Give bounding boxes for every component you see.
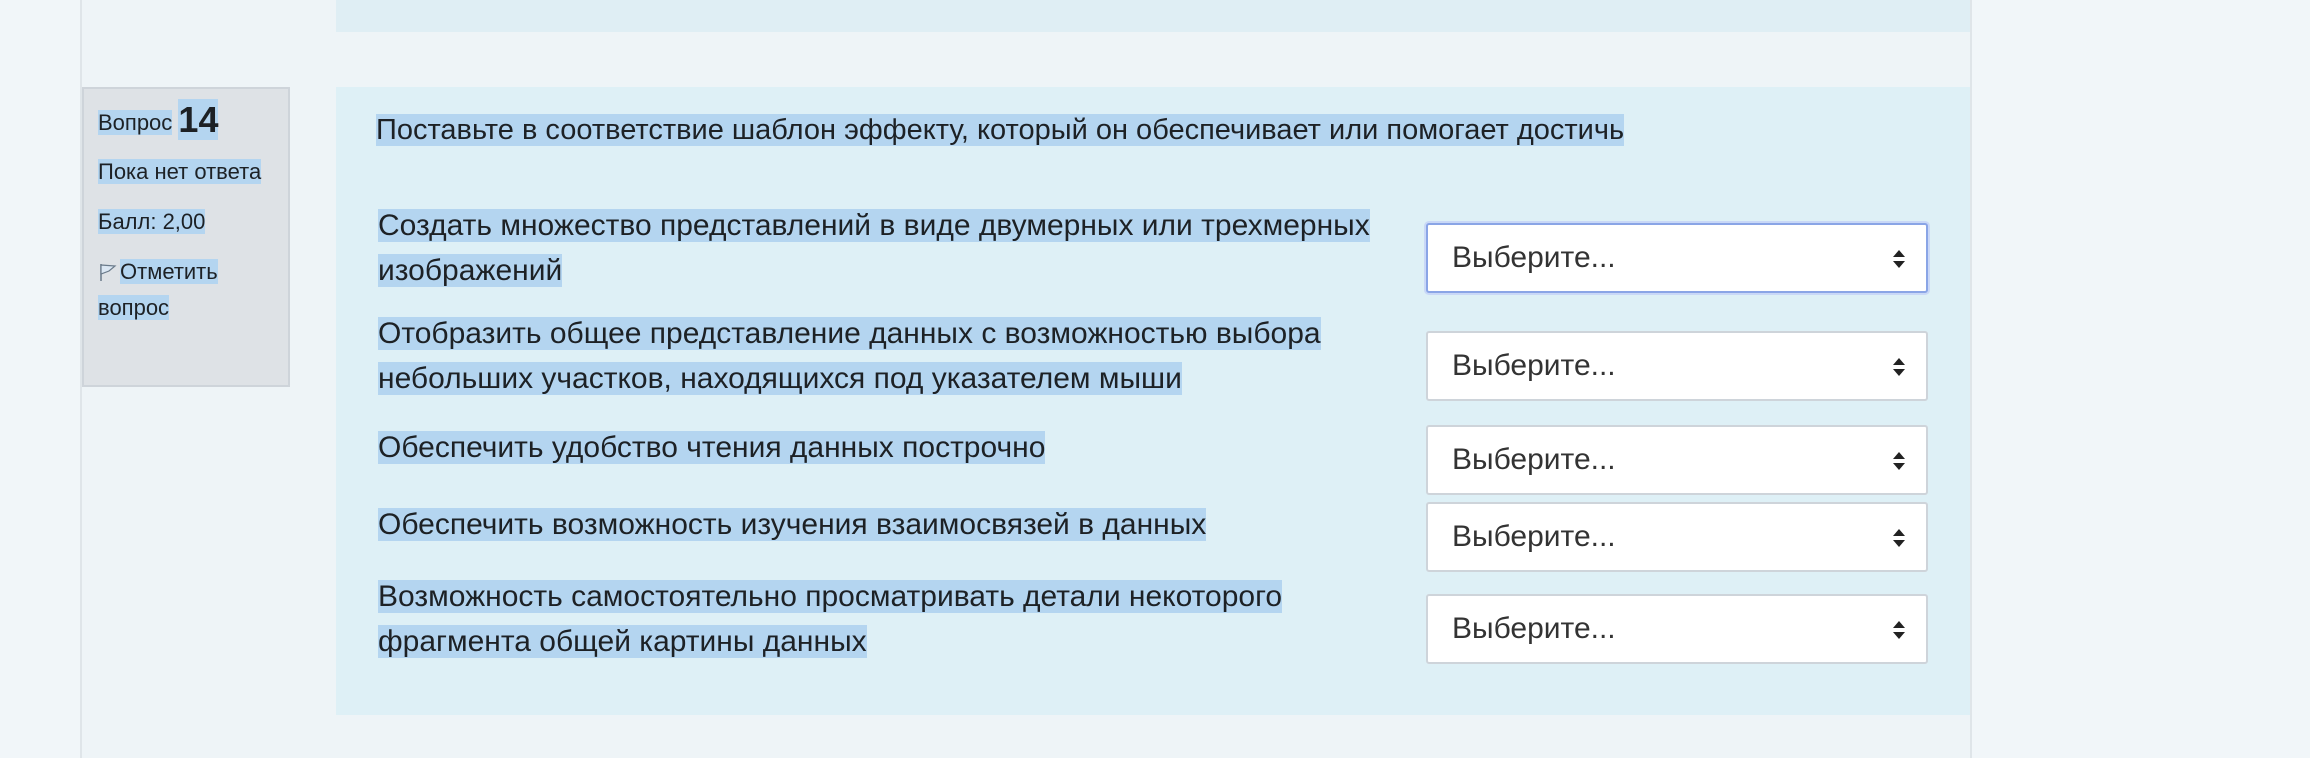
question-info-panel: Вопрос 14 Пока нет ответа Балл: 2,00 Отм… xyxy=(82,87,290,387)
flag-question-link[interactable]: Отметить вопрос xyxy=(98,254,274,326)
match-select[interactable]: Выберите... xyxy=(1426,223,1928,293)
select-arrows-icon xyxy=(1893,358,1905,376)
select-arrows-icon xyxy=(1893,621,1905,639)
flag-icon xyxy=(100,264,117,281)
page-right-border xyxy=(1970,0,1972,758)
match-stem: Отобразить общее представление данных с … xyxy=(378,317,1321,395)
match-select[interactable]: Выберите... xyxy=(1426,502,1928,572)
match-select[interactable]: Выберите... xyxy=(1426,594,1928,664)
question-text: Поставьте в соответствие шаблон эффекту,… xyxy=(376,114,1625,146)
select-arrows-icon xyxy=(1893,529,1905,547)
match-select[interactable]: Выберите... xyxy=(1426,425,1928,495)
question-number-value: 14 xyxy=(178,99,219,140)
question-label: Вопрос xyxy=(98,110,173,135)
previous-question-block xyxy=(336,0,1970,32)
question-score: Балл: 2,00 xyxy=(98,209,206,234)
match-stem: Обеспечить удобство чтения данных постро… xyxy=(378,431,1046,464)
select-arrows-icon xyxy=(1893,250,1905,268)
question-status: Пока нет ответа xyxy=(98,159,262,184)
question-content: Поставьте в соответствие шаблон эффекту,… xyxy=(336,87,1970,715)
question-number: Вопрос 14 xyxy=(98,99,274,140)
select-arrows-icon xyxy=(1893,452,1905,470)
match-stem: Создать множество представлений в виде д… xyxy=(378,209,1370,287)
match-stem: Возможность самостоятельно просматривать… xyxy=(378,580,1283,658)
match-select[interactable]: Выберите... xyxy=(1426,331,1928,401)
match-stem: Обеспечить возможность изучения взаимосв… xyxy=(378,508,1207,541)
